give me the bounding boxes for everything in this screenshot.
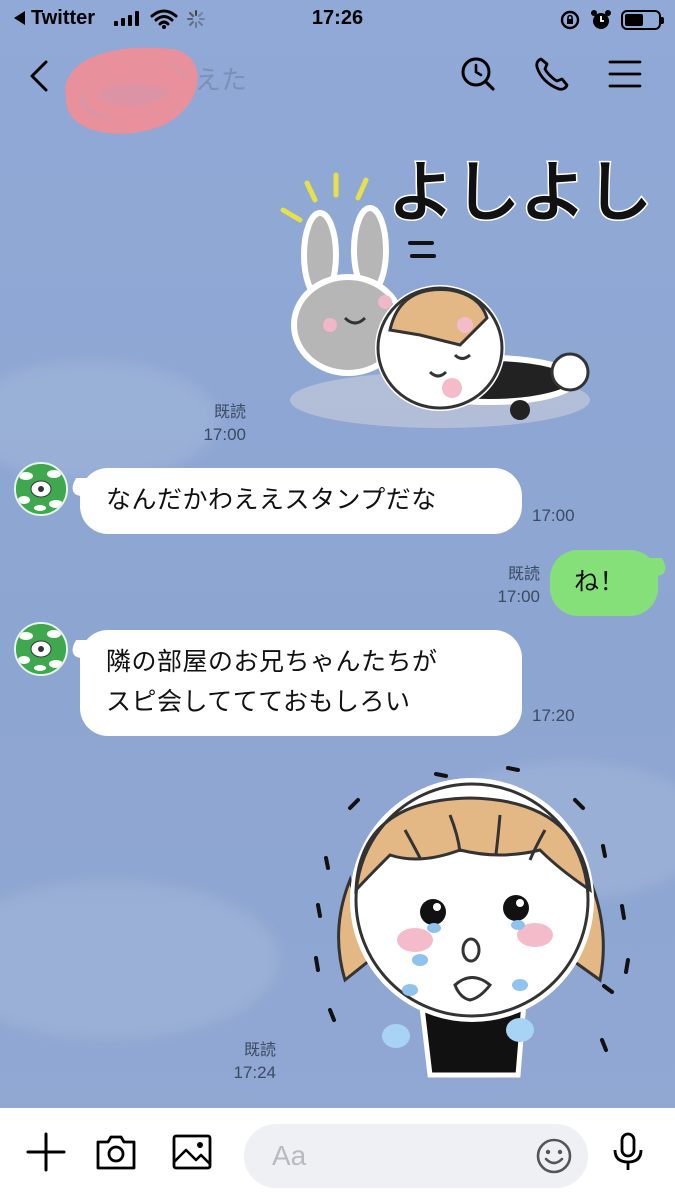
rotation-lock-icon [560,10,580,30]
message-time: 17:20 [532,706,575,725]
message-bubble-incoming[interactable]: 隣の部屋のお兄ちゃんたちが スピ会しててておもしろい [80,630,522,736]
message-text-line: スピ会しててておもしろい [106,687,411,716]
message-time: 17:00 [203,425,246,444]
chat-title: えた [195,66,248,96]
background-cloud [0,880,280,1040]
read-receipt: 既読 17:24 [210,1040,276,1084]
message-time: 17:00 [532,506,575,525]
read-label: 既読 [507,566,540,583]
message-text-line: 隣の部屋のお兄ちゃんたちが [106,647,438,676]
phone-icon[interactable] [532,54,572,94]
mic-icon[interactable] [606,1130,650,1174]
status-bar: Twitter 17:26 [0,0,675,38]
message-bubble-outgoing[interactable]: ね！ [550,550,658,616]
chat-screen: Twitter 17:26 えた よしよし 既読 17:00 なんだかわええスタ… [0,0,675,1200]
message-time: 17:24 [233,1063,276,1082]
avatar[interactable] [14,622,68,676]
message-text: ね！ [574,567,626,596]
message-bubble-incoming[interactable]: なんだかわええスタンプだな [80,468,522,534]
search-icon[interactable] [458,54,498,94]
avatar[interactable] [14,462,68,516]
sticker-crying-girl[interactable] [300,760,630,1080]
back-icon[interactable] [24,56,60,96]
message-text: なんだかわええスタンプだな [106,485,437,514]
message-time: 17:00 [497,587,540,606]
menu-icon[interactable] [605,54,645,94]
image-icon[interactable] [170,1130,214,1174]
read-label: 既読 [243,1042,276,1059]
alarm-icon [591,10,611,29]
sticker-yoshiyoshi[interactable]: よしよし [270,130,650,440]
read-receipt: 既読 17:00 [474,564,540,608]
plus-icon[interactable] [24,1130,68,1174]
read-label: 既読 [213,404,246,421]
sticker-caption: よしよし [388,154,650,231]
battery-icon [621,10,664,30]
input-bar: Aa [0,1108,675,1200]
avatar-image [16,624,66,674]
message-input-placeholder: Aa [272,1140,307,1171]
camera-icon[interactable] [94,1130,138,1174]
redaction-scribble [65,47,198,134]
avatar-image [16,464,66,514]
read-receipt: 既読 17:00 [180,402,246,446]
chat-header: えた [0,38,675,134]
message-input[interactable]: Aa [244,1124,588,1188]
emoji-icon[interactable] [534,1136,574,1176]
